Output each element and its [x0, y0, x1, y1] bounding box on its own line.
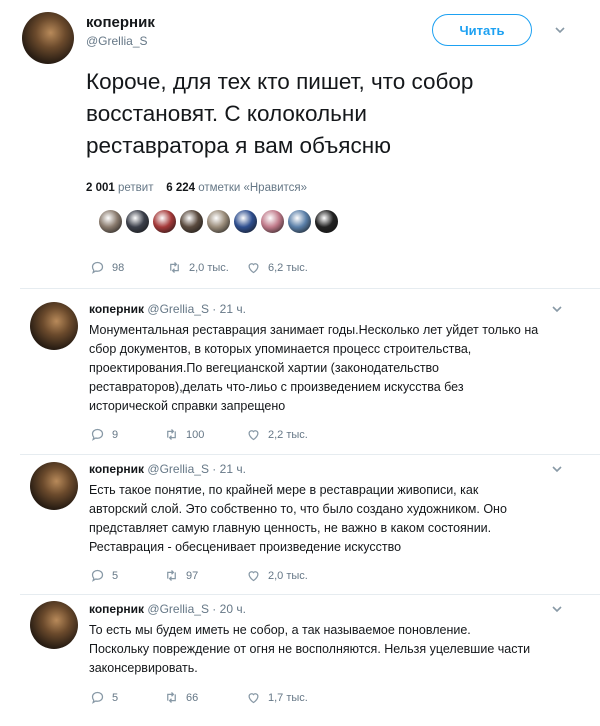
heart-icon — [248, 571, 259, 582]
avatar[interactable] — [22, 12, 74, 64]
author-handle[interactable]: @Grellia_S — [147, 462, 209, 476]
retweet-count: 97 — [186, 569, 199, 582]
like-count: 2,0 тыс. — [268, 569, 308, 582]
retweet-action[interactable]: 97 — [164, 568, 198, 583]
liker-avatar[interactable] — [260, 209, 285, 234]
reply-text: То есть мы будем иметь не собор, а так н… — [89, 623, 531, 675]
liker-avatar[interactable] — [98, 209, 123, 234]
heart-icon — [248, 263, 259, 274]
tweet-text: Короче, для тех кто пишет, что собор вос… — [86, 69, 474, 158]
like-action[interactable]: 2,0 тыс. — [246, 568, 308, 583]
retweets-label: ретвит — [117, 182, 154, 194]
like-count: 2,2 тыс. — [268, 428, 308, 441]
author-name[interactable]: коперник — [89, 602, 144, 616]
liker-avatar[interactable] — [179, 209, 204, 234]
liker-avatar[interactable] — [152, 209, 177, 234]
retweet-count: 66 — [186, 691, 199, 704]
retweet-count: 2,0 тыс. — [189, 261, 229, 274]
avatar[interactable] — [30, 462, 78, 510]
like-count: 1,7 тыс. — [268, 691, 308, 704]
liker-avatar[interactable] — [125, 209, 150, 234]
liker-avatar[interactable] — [206, 209, 231, 234]
retweet-icon — [170, 262, 179, 273]
timestamp[interactable]: 21 ч. — [220, 462, 246, 476]
like-count: 6,2 тыс. — [268, 261, 308, 274]
reply-text: Есть такое понятие, по крайней мере в ре… — [89, 483, 507, 554]
reply-action[interactable]: 5 — [90, 568, 118, 583]
liker-avatar[interactable] — [233, 209, 258, 234]
follow-button[interactable]: Читать — [432, 14, 532, 46]
heart-icon — [248, 430, 259, 441]
likes-count[interactable]: 6 224 — [166, 182, 195, 194]
reply-count: 5 — [112, 569, 119, 582]
retweet-action[interactable]: 2,0 тыс. — [167, 260, 229, 275]
author-name[interactable]: коперник — [86, 14, 155, 31]
tweet-stats: 2 001 ретвит 6 224 отметки «Нравится» — [86, 182, 307, 194]
author-handle[interactable]: @Grellia_S — [147, 602, 209, 616]
tweet-actions: 98 2,0 тыс. 6,2 тыс. — [90, 260, 390, 276]
tweet-actions: 9 100 2,2 тыс. — [90, 427, 390, 443]
like-action[interactable]: 1,7 тыс. — [246, 690, 308, 705]
divider — [20, 594, 600, 595]
avatar[interactable] — [30, 302, 78, 350]
liker-avatar[interactable] — [287, 209, 312, 234]
reply-header: коперник @Grellia_S · 21 ч. — [89, 462, 246, 476]
retweet-count: 100 — [186, 428, 205, 441]
reply-icon — [91, 691, 104, 704]
like-action[interactable]: 6,2 тыс. — [246, 260, 308, 275]
reply-header: коперник @Grellia_S · 21 ч. — [89, 302, 246, 316]
timestamp[interactable]: 20 ч. — [220, 602, 246, 616]
timestamp[interactable]: 21 ч. — [220, 302, 246, 316]
reply-count: 9 — [112, 428, 119, 441]
reply-text: Монументальная реставрация занимает годы… — [89, 323, 539, 413]
author-handle[interactable]: @Grellia_S — [86, 34, 148, 48]
retweets-count[interactable]: 2 001 — [86, 182, 115, 194]
likes-label: отметки «Нравится» — [198, 182, 308, 194]
tweet-actions: 5 66 1,7 тыс. — [90, 690, 390, 706]
retweet-action[interactable]: 100 — [164, 427, 204, 442]
chevron-down-icon[interactable] — [551, 463, 563, 475]
reply-count: 5 — [112, 691, 119, 704]
reply-icon — [91, 428, 104, 441]
chevron-down-icon[interactable] — [551, 303, 563, 315]
reply-action[interactable]: 9 — [90, 427, 118, 442]
author-name[interactable]: коперник — [89, 302, 144, 316]
retweet-icon — [167, 570, 176, 581]
divider — [20, 288, 600, 289]
retweet-action[interactable]: 66 — [164, 690, 198, 705]
reply-icon — [91, 569, 104, 582]
divider — [20, 454, 600, 455]
reply-action[interactable]: 5 — [90, 690, 118, 705]
reply-header: коперник @Grellia_S · 20 ч. — [89, 602, 246, 616]
chevron-down-icon[interactable] — [551, 603, 563, 615]
avatar[interactable] — [30, 601, 78, 649]
liker-avatar[interactable] — [314, 209, 339, 234]
reply-count: 98 — [112, 261, 125, 274]
author-name[interactable]: коперник — [89, 462, 144, 476]
chevron-down-icon[interactable] — [554, 24, 566, 36]
reply-action[interactable]: 98 — [90, 260, 124, 275]
heart-icon — [248, 693, 259, 704]
like-action[interactable]: 2,2 тыс. — [246, 427, 308, 442]
retweet-icon — [167, 692, 176, 703]
tweet-actions: 5 97 2,0 тыс. — [90, 568, 390, 584]
retweet-icon — [167, 429, 176, 440]
author-handle[interactable]: @Grellia_S — [147, 302, 209, 316]
reply-icon — [91, 261, 104, 274]
